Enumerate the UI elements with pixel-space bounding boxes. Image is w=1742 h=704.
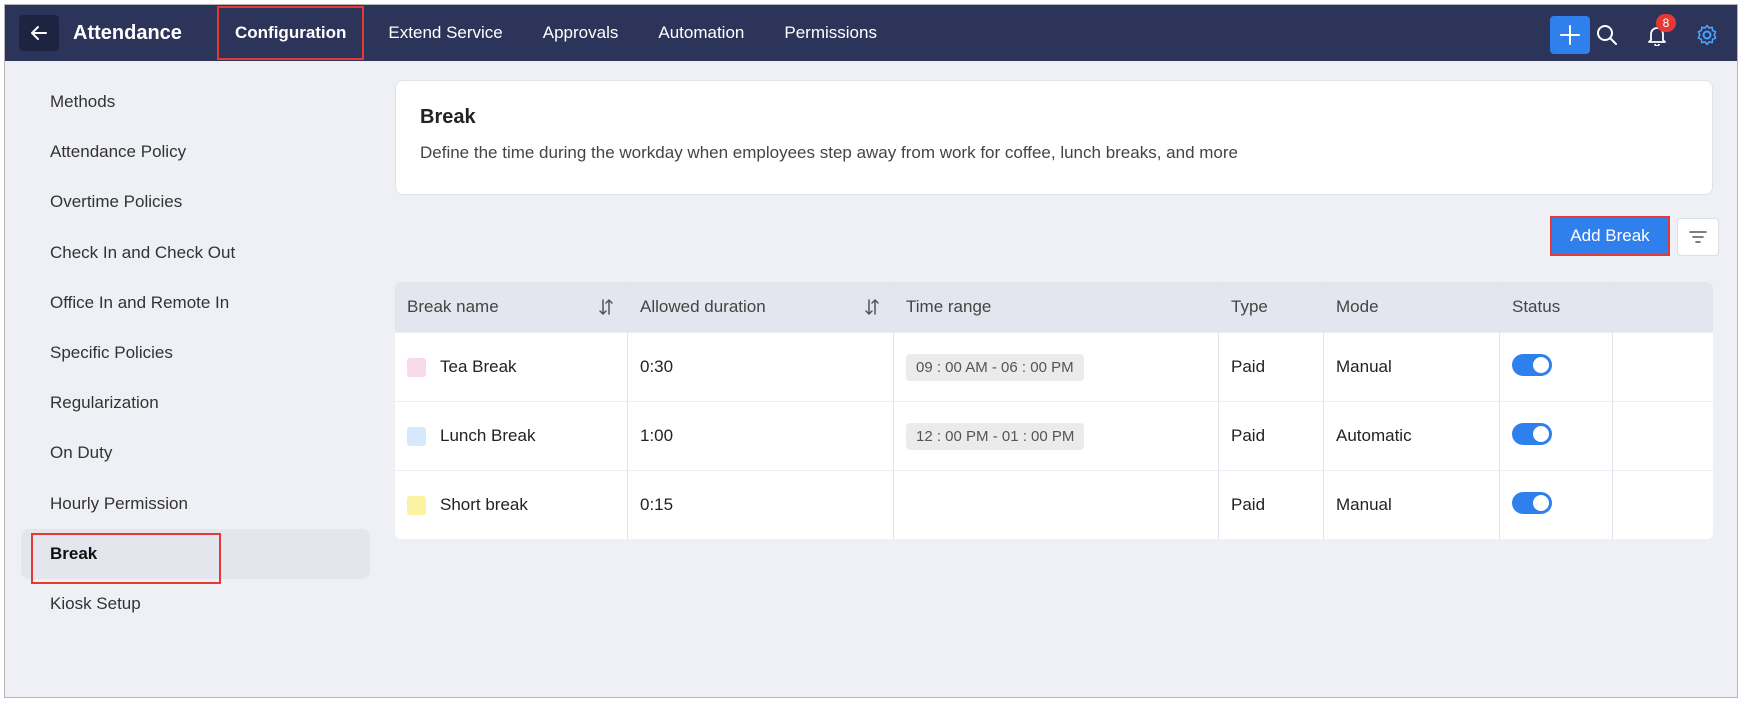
header-time-range: Time range	[894, 282, 1219, 332]
nav-permissions[interactable]: Permissions	[768, 5, 893, 61]
break-name-cell: Tea Break	[395, 333, 628, 401]
sidebar-item-office-remote[interactable]: Office In and Remote In	[21, 278, 370, 328]
duration-cell: 0:30	[628, 333, 894, 401]
header-label: Break name	[407, 297, 499, 316]
top-nav: Configuration Extend Service Approvals A…	[217, 5, 901, 61]
break-name-cell: Lunch Break	[395, 402, 628, 470]
header-mode: Mode	[1324, 282, 1500, 332]
status-toggle[interactable]	[1512, 491, 1552, 514]
sort-icon[interactable]	[863, 297, 881, 317]
nav-configuration[interactable]: Configuration	[217, 6, 365, 60]
time-range-cell: 09 : 00 AM - 06 : 00 PM	[894, 333, 1219, 401]
break-name: Tea Break	[440, 357, 517, 376]
top-bar: Attendance Configuration Extend Service …	[5, 5, 1737, 61]
break-name-cell: Short break	[395, 471, 628, 539]
mode-cell: Manual	[1324, 333, 1500, 401]
highlight-outline	[31, 533, 221, 584]
status-toggle[interactable]	[1512, 353, 1552, 376]
sidebar-item-regularization[interactable]: Regularization	[21, 378, 370, 428]
table-row[interactable]: Tea Break 0:30 09 : 00 AM - 06 : 00 PM P…	[395, 332, 1713, 401]
header-break-name[interactable]: Break name	[395, 282, 628, 332]
sidebar-item-kiosk-setup[interactable]: Kiosk Setup	[21, 579, 370, 629]
color-swatch	[407, 495, 426, 515]
table-row[interactable]: Short break 0:15 Paid Manual	[395, 470, 1713, 539]
type-cell: Paid	[1219, 402, 1324, 470]
status-cell	[1500, 402, 1613, 470]
actions-cell	[1613, 471, 1713, 539]
status-toggle[interactable]	[1512, 422, 1552, 445]
actions-cell	[1613, 402, 1713, 470]
table-header: Break name Allowed duration Time range T…	[395, 282, 1713, 332]
sort-icon[interactable]	[597, 297, 615, 317]
sidebar-item-attendance-policy[interactable]: Attendance Policy	[21, 127, 370, 177]
sidebar-item-on-duty[interactable]: On Duty	[21, 428, 370, 478]
break-table: Break name Allowed duration Time range T…	[395, 282, 1713, 539]
break-info-card: Break Define the time during the workday…	[395, 80, 1713, 195]
nav-automation[interactable]: Automation	[642, 5, 760, 61]
status-cell	[1500, 333, 1613, 401]
status-cell	[1500, 471, 1613, 539]
sidebar-item-specific-policies[interactable]: Specific Policies	[21, 328, 370, 378]
sidebar-item-check-in-out[interactable]: Check In and Check Out	[21, 228, 370, 278]
notification-badge: 8	[1656, 14, 1676, 32]
add-break-button[interactable]: Add Break	[1550, 216, 1670, 256]
plus-icon	[1560, 25, 1580, 45]
actions-cell	[1613, 333, 1713, 401]
mode-cell: Manual	[1324, 471, 1500, 539]
sidebar-item-overtime-policies[interactable]: Overtime Policies	[21, 177, 370, 227]
app-title: Attendance	[73, 22, 182, 44]
sidebar: Methods Attendance Policy Overtime Polic…	[5, 61, 370, 697]
filter-button[interactable]	[1677, 218, 1719, 256]
table-row[interactable]: Lunch Break 1:00 12 : 00 PM - 01 : 00 PM…	[395, 401, 1713, 470]
color-swatch	[407, 426, 426, 446]
duration-cell: 1:00	[628, 402, 894, 470]
header-status: Status	[1500, 282, 1613, 332]
header-label: Allowed duration	[640, 297, 766, 316]
add-button[interactable]	[1550, 16, 1590, 54]
page-description: Define the time during the workday when …	[420, 143, 1238, 162]
nav-extend-service[interactable]: Extend Service	[372, 5, 518, 61]
back-button[interactable]	[19, 15, 59, 51]
duration-cell: 0:15	[628, 471, 894, 539]
break-name: Short break	[440, 495, 528, 514]
time-range-cell: 12 : 00 PM - 01 : 00 PM	[894, 402, 1219, 470]
color-swatch	[407, 357, 426, 377]
filter-icon	[1689, 231, 1707, 243]
page-title: Break	[420, 106, 476, 128]
sidebar-item-methods[interactable]: Methods	[21, 77, 370, 127]
nav-approvals[interactable]: Approvals	[527, 5, 635, 61]
break-name: Lunch Break	[440, 426, 536, 445]
gear-icon	[1697, 24, 1717, 46]
arrow-left-icon	[31, 26, 47, 40]
settings-button[interactable]	[1695, 23, 1719, 47]
type-cell: Paid	[1219, 333, 1324, 401]
app-window: Attendance Configuration Extend Service …	[4, 4, 1738, 698]
search-icon	[1597, 25, 1617, 45]
time-range-chip: 12 : 00 PM - 01 : 00 PM	[906, 422, 1085, 450]
search-button[interactable]	[1595, 23, 1619, 47]
time-range-cell	[894, 471, 1219, 539]
type-cell: Paid	[1219, 471, 1324, 539]
mode-cell: Automatic	[1324, 402, 1500, 470]
header-actions	[1613, 282, 1713, 332]
header-allowed-duration[interactable]: Allowed duration	[628, 282, 894, 332]
header-type: Type	[1219, 282, 1324, 332]
sidebar-item-hourly-permission[interactable]: Hourly Permission	[21, 479, 370, 529]
time-range-chip: 09 : 00 AM - 06 : 00 PM	[906, 353, 1084, 381]
